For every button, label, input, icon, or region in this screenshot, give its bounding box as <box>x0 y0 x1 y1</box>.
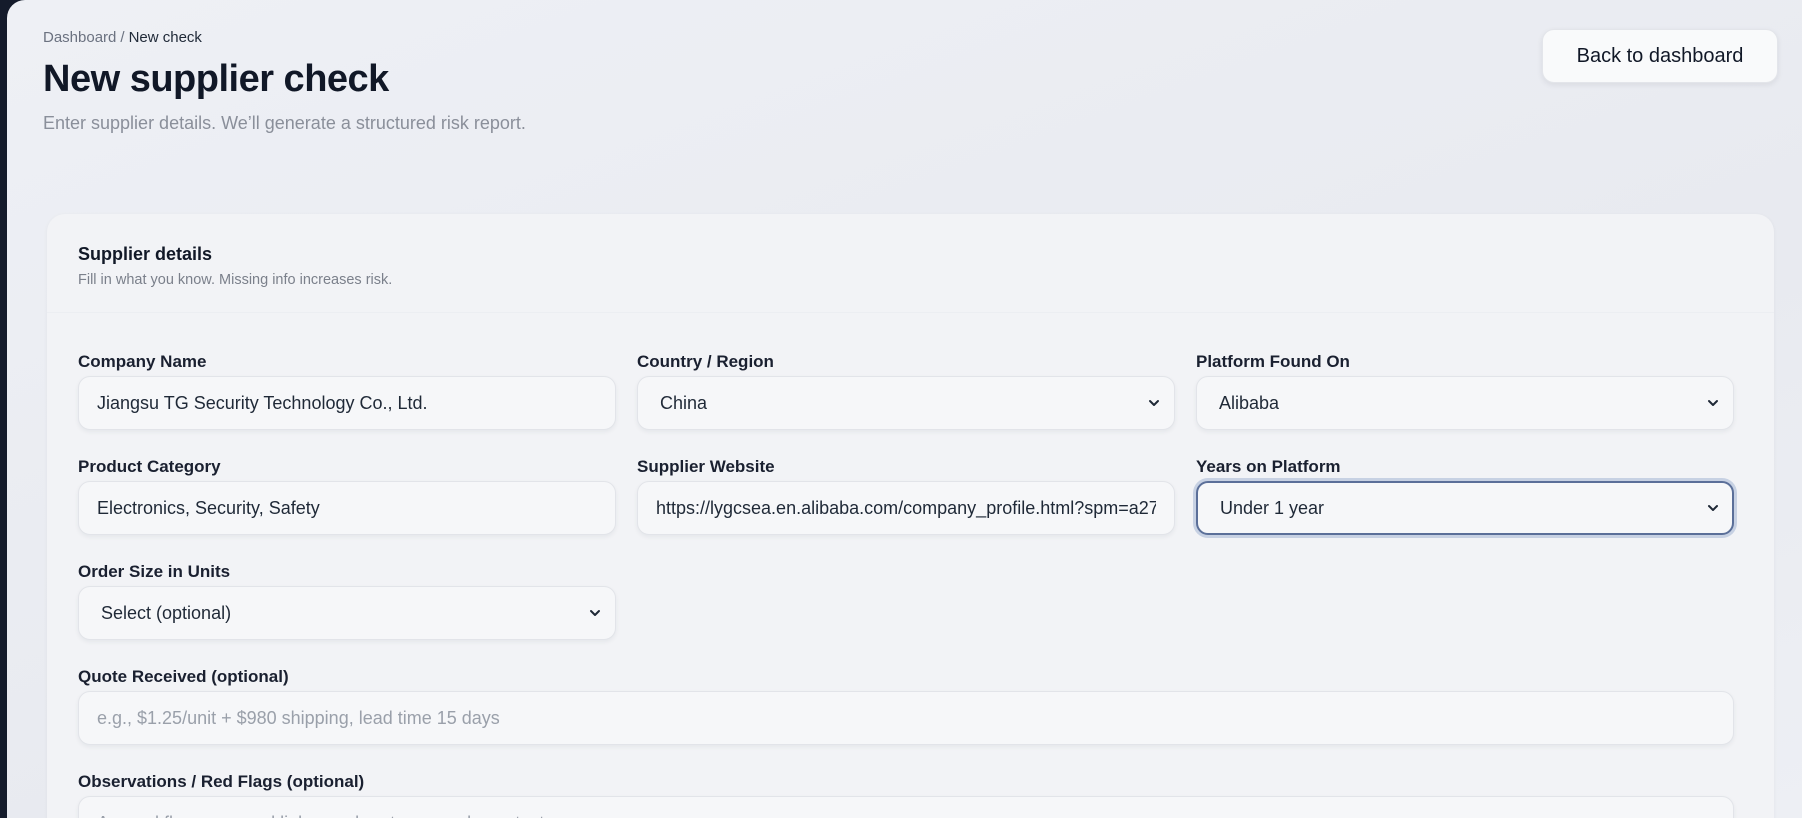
card-title: Supplier details <box>78 244 213 264</box>
breadcrumb-dashboard-link[interactable]: Dashboard <box>43 29 116 46</box>
order-size-label: Order Size in Units <box>78 562 231 581</box>
back-to-dashboard-button[interactable]: Back to dashboard <box>1542 29 1778 83</box>
product-category-label: Product Category <box>78 457 221 476</box>
page-title: New supplier check <box>43 58 389 100</box>
quote-input[interactable] <box>78 691 1734 745</box>
observations-input[interactable] <box>78 796 1734 818</box>
observations-label: Observations / Red Flags (optional) <box>78 772 365 791</box>
card-header: Supplier details Fill in what you know. … <box>47 214 1774 313</box>
platform-select-wrapper: Alibaba <box>1196 376 1734 430</box>
country-select[interactable]: China <box>637 376 1175 430</box>
breadcrumb-separator: / <box>120 29 125 46</box>
platform-label: Platform Found On <box>1196 352 1350 371</box>
years-on-platform-label: Years on Platform <box>1196 457 1341 476</box>
country-label: Country / Region <box>637 352 774 371</box>
breadcrumb: Dashboard / New check <box>43 29 202 46</box>
app-window: Dashboard / New check New supplier check E… <box>7 0 1802 818</box>
quote-label: Quote Received (optional) <box>78 667 289 686</box>
country-select-wrapper: China <box>637 376 1175 430</box>
years-select-wrapper: Under 1 year <box>1196 481 1734 535</box>
product-category-input[interactable] <box>78 481 616 535</box>
page-subtitle: Enter supplier details. We’ll generate a… <box>43 113 526 133</box>
website-label: Supplier Website <box>637 457 775 476</box>
supplier-details-card: Supplier details Fill in what you know. … <box>47 214 1774 818</box>
platform-select[interactable]: Alibaba <box>1196 376 1734 430</box>
breadcrumb-current: New check <box>128 29 202 46</box>
supplier-website-input[interactable] <box>637 481 1175 535</box>
order-size-select[interactable]: Select (optional) <box>78 586 616 640</box>
company-name-label: Company Name <box>78 352 207 371</box>
order-size-select-wrapper: Select (optional) <box>78 586 616 640</box>
years-on-platform-select[interactable]: Under 1 year <box>1196 481 1734 535</box>
card-description: Fill in what you know. Missing info incr… <box>78 272 393 288</box>
company-name-input[interactable] <box>78 376 616 430</box>
